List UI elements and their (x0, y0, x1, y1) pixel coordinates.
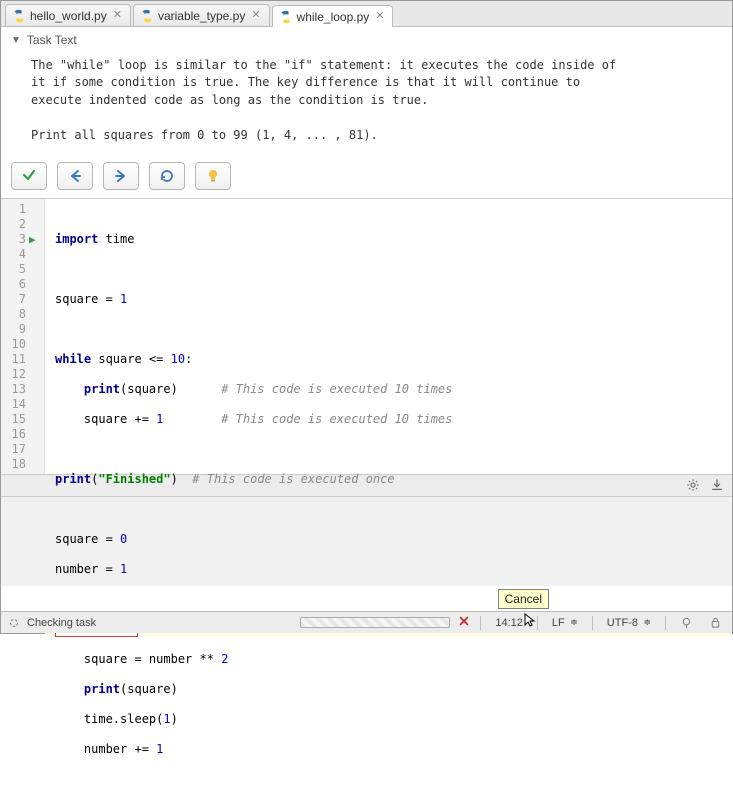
close-icon[interactable]: ✕ (251, 10, 260, 21)
cancel-button[interactable] (458, 615, 470, 630)
code-editor[interactable]: ▶ 1 2 3 4 5 6 7 8 9 10 11 12 13 14 15 16… (1, 198, 732, 474)
inspection-icon[interactable] (676, 616, 697, 629)
lock-icon[interactable] (705, 616, 726, 629)
hint-button[interactable] (195, 162, 231, 190)
status-message: Checking task (7, 616, 96, 630)
python-file-icon (12, 9, 26, 23)
close-icon[interactable]: ✕ (113, 10, 122, 21)
inspection-eye-icon[interactable] (712, 203, 726, 217)
task-text-body: The "while" loop is similar to the "if" … (1, 51, 732, 158)
caret-position[interactable]: 14:12 (491, 617, 527, 629)
line-number-gutter: ▶ 1 2 3 4 5 6 7 8 9 10 11 12 13 14 15 16… (1, 199, 45, 474)
python-file-icon (279, 10, 293, 24)
check-button[interactable] (11, 162, 47, 190)
progress-bar (300, 617, 450, 628)
task-running-icon (7, 616, 21, 630)
python-file-icon (140, 9, 154, 23)
task-text-heading: Task Text (27, 33, 77, 47)
encoding-selector[interactable]: UTF-8 ≑ (603, 617, 655, 629)
next-task-button[interactable] (103, 162, 139, 190)
task-toolbar (1, 158, 732, 198)
tab-label: hello_world.py (30, 9, 107, 23)
line-ending-selector[interactable]: LF ≑ (548, 617, 582, 629)
disclosure-triangle-icon[interactable]: ▼ (11, 35, 21, 46)
code-area[interactable]: import time square = 1 while square <= 1… (45, 199, 732, 474)
task-text-header[interactable]: ▼ Task Text (1, 27, 732, 51)
close-icon[interactable]: ✕ (375, 11, 384, 22)
tab-label: while_loop.py (297, 10, 370, 24)
run-line-icon[interactable]: ▶ (29, 232, 36, 247)
refresh-button[interactable] (149, 162, 185, 190)
status-bar: Checking task 14:12 LF ≑ UTF-8 ≑ (1, 611, 732, 633)
tab-variable-type[interactable]: variable_type.py ✕ (133, 4, 270, 26)
editor-tab-bar: hello_world.py ✕ variable_type.py ✕ whil… (1, 1, 732, 27)
tab-hello-world[interactable]: hello_world.py ✕ (5, 4, 131, 26)
previous-task-button[interactable] (57, 162, 93, 190)
tab-while-loop[interactable]: while_loop.py ✕ (272, 5, 394, 27)
tooltip-cancel: Cancel (498, 589, 549, 609)
tab-label: variable_type.py (158, 9, 245, 23)
